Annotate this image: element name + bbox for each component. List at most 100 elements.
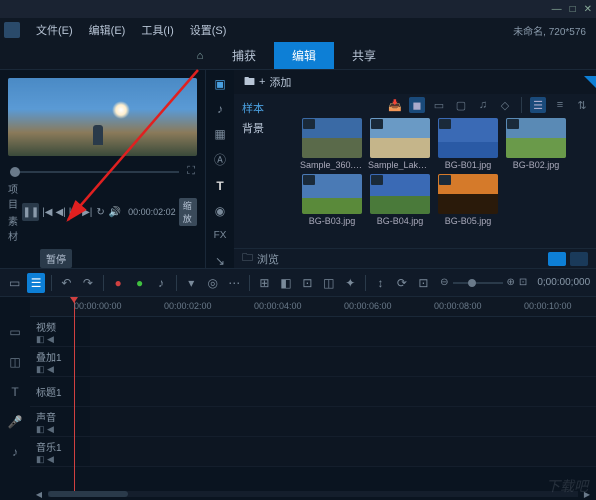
voice-track-icon[interactable]: 🎤 xyxy=(0,407,30,437)
track-lane[interactable] xyxy=(90,347,596,376)
sort-icon[interactable]: ⇅ xyxy=(574,97,590,113)
cue-button[interactable]: ⊡ xyxy=(415,273,432,293)
menu-tools[interactable]: 工具(I) xyxy=(133,22,181,38)
playhead[interactable] xyxy=(74,297,75,497)
menu-edit[interactable]: 编辑(E) xyxy=(81,22,134,38)
track-header[interactable]: 音乐1◧ ◀ xyxy=(30,439,90,465)
title-track-icon[interactable]: T xyxy=(0,377,30,407)
step-forward-button[interactable]: |▶ xyxy=(69,203,79,221)
go-end-button[interactable]: ▶| xyxy=(82,203,92,221)
music-track-icon[interactable]: ♪ xyxy=(0,437,30,467)
subtitle-button[interactable]: ⋯ xyxy=(225,273,242,293)
filter-all-icon[interactable]: ◼ xyxy=(409,97,425,113)
volume-button[interactable]: 🔊 xyxy=(109,203,121,221)
filter-photo-icon[interactable]: ▢ xyxy=(453,97,469,113)
audio-tab-icon[interactable]: ♪ xyxy=(211,101,229,116)
home-button[interactable]: ⌂ xyxy=(190,46,210,66)
track-header[interactable]: 声音◧ ◀ xyxy=(30,409,90,435)
thumbnail-item[interactable]: BG-B03.jpg xyxy=(300,174,364,226)
add-media-button[interactable]: 🖿 + 添加 xyxy=(234,70,301,94)
tree-sample[interactable]: 样本 xyxy=(242,98,286,118)
zoom-slider[interactable] xyxy=(453,282,503,284)
track-controls[interactable]: ◧ ◀ xyxy=(36,334,90,345)
path-tab-icon[interactable]: ↘ xyxy=(211,253,229,268)
mixer-button[interactable]: ↕ xyxy=(372,273,389,293)
scrollbar-thumb[interactable] xyxy=(48,491,128,497)
fit-button[interactable]: ⊡ xyxy=(519,277,527,288)
maximize-button[interactable]: □ xyxy=(570,4,576,15)
thumbnail-item[interactable]: BG-B01.jpg xyxy=(436,118,500,170)
go-start-button[interactable]: |◀ xyxy=(42,203,52,221)
loop-button[interactable]: ↻ xyxy=(95,203,105,221)
zoom-badge[interactable]: 缩放 xyxy=(179,198,197,226)
preview-scrubber[interactable]: ⛶ xyxy=(0,164,205,179)
marker-button[interactable]: ▾ xyxy=(183,273,200,293)
text-tab-icon[interactable]: T xyxy=(211,178,229,193)
menu-file[interactable]: 文件(E) xyxy=(28,22,81,38)
track-lane[interactable] xyxy=(90,437,596,466)
track-header[interactable]: 视频◧ ◀ xyxy=(30,319,90,345)
import-icon[interactable]: 📥 xyxy=(387,97,403,113)
track-controls[interactable]: ◧ ◀ xyxy=(36,454,90,465)
undo-button[interactable]: ↶ xyxy=(58,273,75,293)
footer-option-1[interactable] xyxy=(548,252,566,266)
filter-free-icon[interactable]: ◇ xyxy=(497,97,513,113)
timeline-track[interactable]: 视频◧ ◀ xyxy=(30,317,596,347)
scrubber-thumb[interactable] xyxy=(10,167,20,177)
overlay-track-icon[interactable]: ◫ xyxy=(0,347,30,377)
tab-edit[interactable]: 编辑 xyxy=(274,42,334,69)
media-tab-icon[interactable]: ▣ xyxy=(211,76,229,91)
view-list-icon[interactable]: ≡ xyxy=(552,97,568,113)
timeline-track[interactable]: 标题1 xyxy=(30,377,596,407)
step-back-button[interactable]: ◀| xyxy=(56,203,66,221)
track-controls[interactable]: ◧ ◀ xyxy=(36,364,90,375)
timeline-track[interactable]: 叠加1◧ ◀ xyxy=(30,347,596,377)
timeline-track[interactable]: 声音◧ ◀ xyxy=(30,407,596,437)
chapter-button[interactable]: ⟳ xyxy=(393,273,410,293)
title-tab-icon[interactable]: Ⓐ xyxy=(211,151,229,168)
video-track-icon[interactable]: ▭ xyxy=(0,317,30,347)
track-lane[interactable] xyxy=(90,317,596,346)
filter-tab-icon[interactable]: ◉ xyxy=(211,203,229,218)
thumbnail-item[interactable]: BG-B04.jpg xyxy=(368,174,432,226)
tree-background[interactable]: 背景 xyxy=(242,118,286,138)
tab-share[interactable]: 共享 xyxy=(334,42,394,69)
voice-button[interactable]: ● xyxy=(131,273,148,293)
mode-clip-label[interactable]: 素材 xyxy=(8,213,19,243)
timeline-view-button[interactable]: ☰ xyxy=(27,273,44,293)
footer-option-2[interactable] xyxy=(570,252,588,266)
auto-music-button[interactable]: ♪ xyxy=(152,273,169,293)
fx-tab-icon[interactable]: FX xyxy=(211,228,229,243)
add-dropdown-corner[interactable] xyxy=(584,76,596,88)
tab-capture[interactable]: 捕获 xyxy=(214,42,274,69)
zoom-out-button[interactable]: ⊖ xyxy=(440,277,448,288)
multicam-button[interactable]: ⊞ xyxy=(256,273,273,293)
play-pause-button[interactable]: ❚❚ xyxy=(22,203,39,221)
storyboard-view-button[interactable]: ▭ xyxy=(6,273,23,293)
3d-button[interactable]: ◫ xyxy=(320,273,337,293)
zoom-in-button[interactable]: ⊕ xyxy=(507,277,515,288)
track-lane[interactable] xyxy=(90,377,596,406)
preview-viewport[interactable] xyxy=(8,78,197,156)
track-lane[interactable] xyxy=(90,407,596,436)
transition-tab-icon[interactable]: ▦ xyxy=(211,126,229,141)
scroll-left-button[interactable]: ◀ xyxy=(34,489,44,499)
thumbnail-item[interactable]: Sample_Lake.m... xyxy=(368,118,432,170)
timeline-track[interactable]: 音乐1◧ ◀ xyxy=(30,437,596,467)
record-button[interactable]: ● xyxy=(109,273,126,293)
expand-icon[interactable]: ⛶ xyxy=(187,165,195,178)
close-button[interactable]: ✕ xyxy=(584,4,592,15)
pan-zoom-button[interactable]: ⊡ xyxy=(299,273,316,293)
tracking-button[interactable]: ◎ xyxy=(204,273,221,293)
timeline-ruler[interactable]: 00:00:00:0000:00:02:0000:00:04:0000:00:0… xyxy=(30,297,596,317)
timeline-scrollbar[interactable]: ◀ ▶ xyxy=(30,488,596,500)
filter-video-icon[interactable]: ▭ xyxy=(431,97,447,113)
minimize-button[interactable]: — xyxy=(552,4,562,15)
menu-settings[interactable]: 设置(S) xyxy=(182,22,235,38)
track-controls[interactable]: ◧ ◀ xyxy=(36,424,90,435)
thumbnail-item[interactable]: BG-B02.jpg xyxy=(504,118,568,170)
track-header[interactable]: 叠加1◧ ◀ xyxy=(30,349,90,375)
mask-button[interactable]: ◧ xyxy=(277,273,294,293)
thumbnail-item[interactable]: BG-B05.jpg xyxy=(436,174,500,226)
browse-button[interactable]: 🗀 浏览 xyxy=(242,249,279,268)
